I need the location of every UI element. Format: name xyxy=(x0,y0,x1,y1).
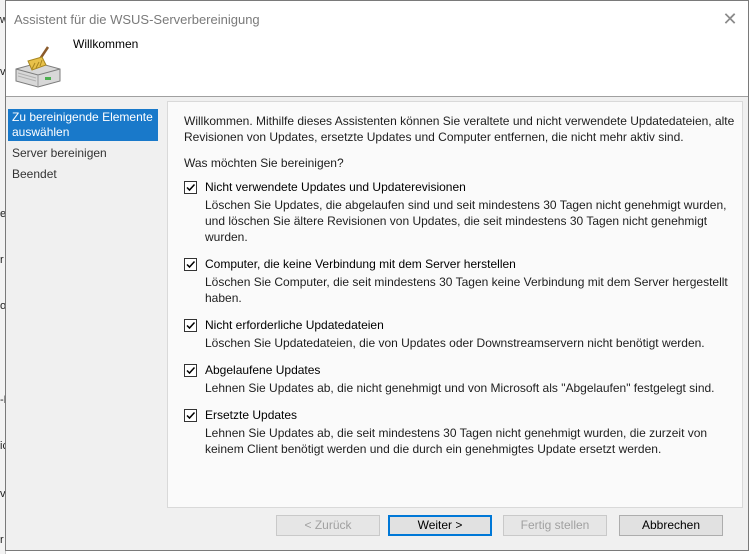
option-superseded-updates: Ersetzte Updates Lehnen Sie Updates ab, … xyxy=(184,407,736,457)
option-description: Lehnen Sie Updates ab, die seit mindeste… xyxy=(205,426,708,456)
checkmark-icon xyxy=(186,411,196,420)
option-unneeded-update-files: Nicht erforderliche Updatedateien Lösche… xyxy=(184,317,736,351)
option-label[interactable]: Nicht verwendete Updates und Updaterevis… xyxy=(205,179,736,195)
close-button[interactable]: ✕ xyxy=(720,9,740,29)
content-panel: Willkommen. Mithilfe dieses Assistenten … xyxy=(167,101,743,508)
checkmark-icon xyxy=(186,260,196,269)
wizard-step-nav: Zu bereinigende Elemente auswählen Serve… xyxy=(8,109,158,187)
back-button[interactable]: < Zurück xyxy=(276,515,380,536)
nav-step-cleanup-server[interactable]: Server bereinigen xyxy=(8,145,158,162)
window-title: Assistent für die WSUS-Serverbereinigung xyxy=(14,12,260,27)
server-cleanup-icon xyxy=(12,43,64,89)
wizard-button-bar: < Zurück Weiter > Fertig stellen Abbrech… xyxy=(167,509,743,549)
option-inactive-computers: Computer, die keine Verbindung mit dem S… xyxy=(184,256,736,306)
page-title: Willkommen xyxy=(73,37,139,51)
option-unused-updates: Nicht verwendete Updates und Updaterevis… xyxy=(184,179,736,245)
option-label[interactable]: Ersetzte Updates xyxy=(205,407,736,423)
option-description: Löschen Sie Updatedateien, die von Updat… xyxy=(205,336,705,350)
checkmark-icon xyxy=(186,366,196,375)
wizard-body: Zu bereinigende Elemente auswählen Serve… xyxy=(6,97,748,550)
option-expired-updates: Abgelaufene Updates Lehnen Sie Updates a… xyxy=(184,362,736,396)
expired-updates-checkbox[interactable] xyxy=(184,364,197,377)
wizard-window: Assistent für die WSUS-Serverbereinigung… xyxy=(5,0,749,551)
cleanup-options: Nicht verwendete Updates und Updaterevis… xyxy=(184,179,736,468)
unused-updates-checkbox[interactable] xyxy=(184,181,197,194)
wizard-header: Willkommen xyxy=(6,35,748,96)
title-bar[interactable]: Assistent für die WSUS-Serverbereinigung… xyxy=(6,1,748,35)
unneeded-update-files-checkbox[interactable] xyxy=(184,319,197,332)
inactive-computers-checkbox[interactable] xyxy=(184,258,197,271)
checkmark-icon xyxy=(186,321,196,330)
option-label[interactable]: Computer, die keine Verbindung mit dem S… xyxy=(205,256,736,272)
next-button[interactable]: Weiter > xyxy=(388,515,492,536)
option-description: Löschen Sie Updates, die abgelaufen sind… xyxy=(205,198,727,244)
close-icon: ✕ xyxy=(722,9,738,29)
option-description: Löschen Sie Computer, die seit mindesten… xyxy=(205,275,728,305)
nav-step-finished[interactable]: Beendet xyxy=(8,166,158,183)
question-label: Was möchten Sie bereinigen? xyxy=(184,156,344,170)
intro-text: Willkommen. Mithilfe dieses Assistenten … xyxy=(184,114,735,144)
cancel-button[interactable]: Abbrechen xyxy=(619,515,723,536)
option-label[interactable]: Nicht erforderliche Updatedateien xyxy=(205,317,736,333)
checkmark-icon xyxy=(186,183,196,192)
option-label[interactable]: Abgelaufene Updates xyxy=(205,362,736,378)
superseded-updates-checkbox[interactable] xyxy=(184,409,197,422)
nav-step-select-items[interactable]: Zu bereinigende Elemente auswählen xyxy=(8,109,158,141)
option-description: Lehnen Sie Updates ab, die nicht genehmi… xyxy=(205,381,715,395)
finish-button[interactable]: Fertig stellen xyxy=(503,515,607,536)
